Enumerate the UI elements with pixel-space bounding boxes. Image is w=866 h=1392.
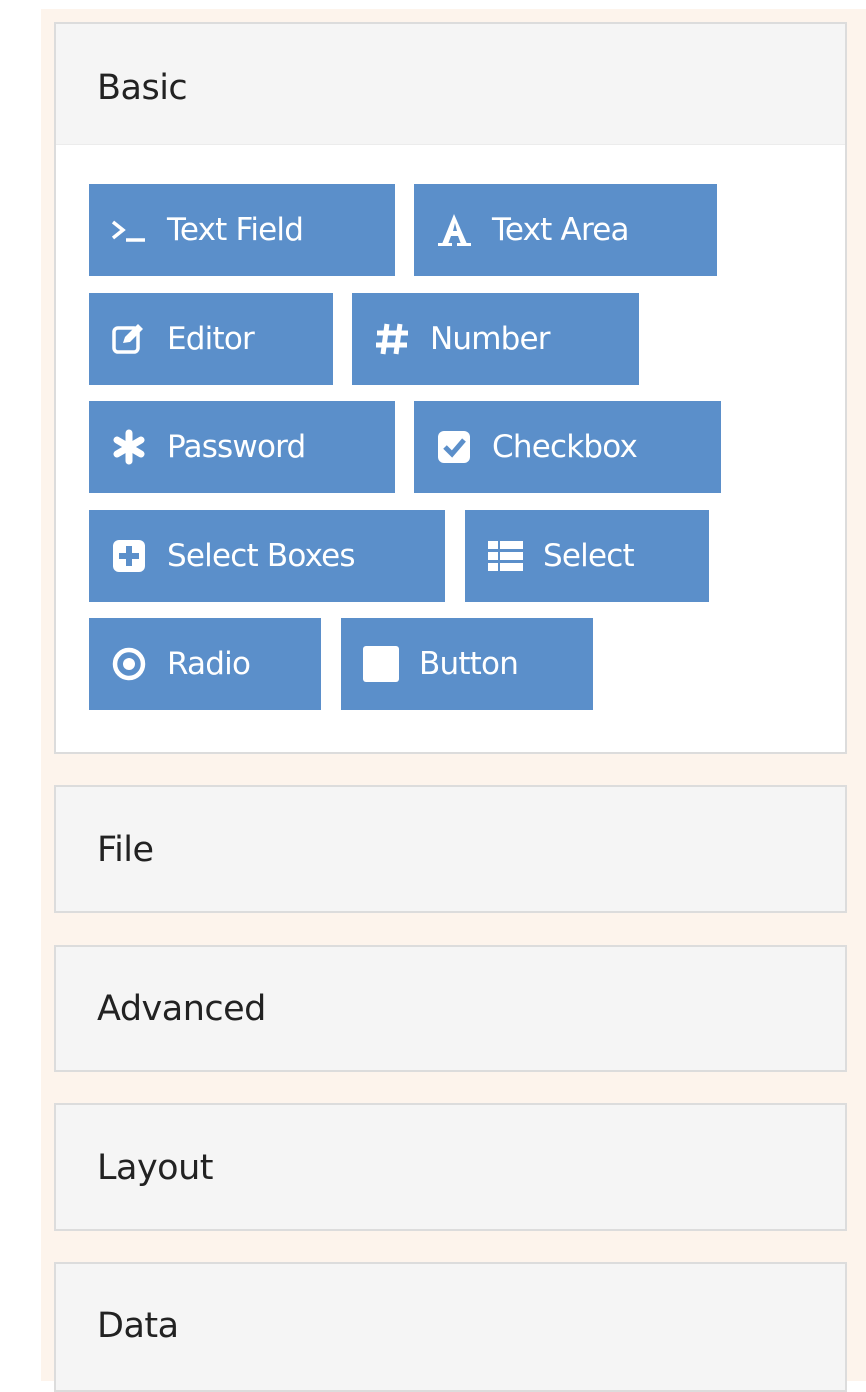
component-password-button[interactable]: Password bbox=[89, 401, 395, 493]
check-square-icon bbox=[434, 427, 474, 467]
component-text-area-button[interactable]: Text Area bbox=[414, 184, 717, 276]
panel-layout-title: Layout bbox=[97, 1148, 213, 1188]
plus-square-icon bbox=[109, 536, 149, 576]
component-select-boxes-button[interactable]: Select Boxes bbox=[89, 510, 445, 602]
stop-icon bbox=[361, 644, 401, 684]
edit-icon bbox=[109, 319, 149, 359]
component-label: Select Boxes bbox=[167, 538, 356, 574]
component-label: Button bbox=[419, 646, 519, 682]
font-icon bbox=[434, 210, 474, 250]
component-label: Select bbox=[543, 538, 635, 574]
terminal-icon bbox=[109, 210, 149, 250]
list-icon bbox=[485, 536, 525, 576]
panel-advanced-title: Advanced bbox=[97, 989, 266, 1029]
component-select-button[interactable]: Select bbox=[465, 510, 709, 602]
panel-basic: Basic Text Field Text Area Editor Number… bbox=[54, 22, 847, 754]
component-editor-button[interactable]: Editor bbox=[89, 293, 333, 385]
component-label: Text Field bbox=[167, 212, 304, 248]
form-builder-sidebar: Basic Text Field Text Area Editor Number… bbox=[41, 9, 866, 1392]
panel-layout[interactable]: Layout bbox=[54, 1103, 847, 1231]
panel-data[interactable]: Data bbox=[54, 1262, 847, 1392]
component-label: Number bbox=[430, 321, 551, 357]
panel-basic-title: Basic bbox=[97, 68, 188, 108]
component-label: Password bbox=[167, 429, 306, 465]
dot-circle-icon bbox=[109, 644, 149, 684]
component-number-button[interactable]: Number bbox=[352, 293, 639, 385]
panel-file-title: File bbox=[97, 830, 154, 870]
component-radio-button[interactable]: Radio bbox=[89, 618, 321, 710]
panel-file[interactable]: File bbox=[54, 785, 847, 913]
component-label: Text Area bbox=[492, 212, 630, 248]
component-label: Editor bbox=[167, 321, 255, 357]
hashtag-icon bbox=[372, 319, 412, 359]
panel-basic-body: Text Field Text Area Editor Number Passw… bbox=[56, 145, 845, 752]
component-button-button[interactable]: Button bbox=[341, 618, 593, 710]
panel-advanced[interactable]: Advanced bbox=[54, 945, 847, 1072]
component-label: Checkbox bbox=[492, 429, 638, 465]
component-label: Radio bbox=[167, 646, 251, 682]
asterisk-icon bbox=[109, 427, 149, 467]
component-text-field-button[interactable]: Text Field bbox=[89, 184, 395, 276]
component-checkbox-button[interactable]: Checkbox bbox=[414, 401, 721, 493]
panel-basic-header[interactable]: Basic bbox=[56, 24, 845, 145]
panel-data-title: Data bbox=[97, 1306, 179, 1346]
